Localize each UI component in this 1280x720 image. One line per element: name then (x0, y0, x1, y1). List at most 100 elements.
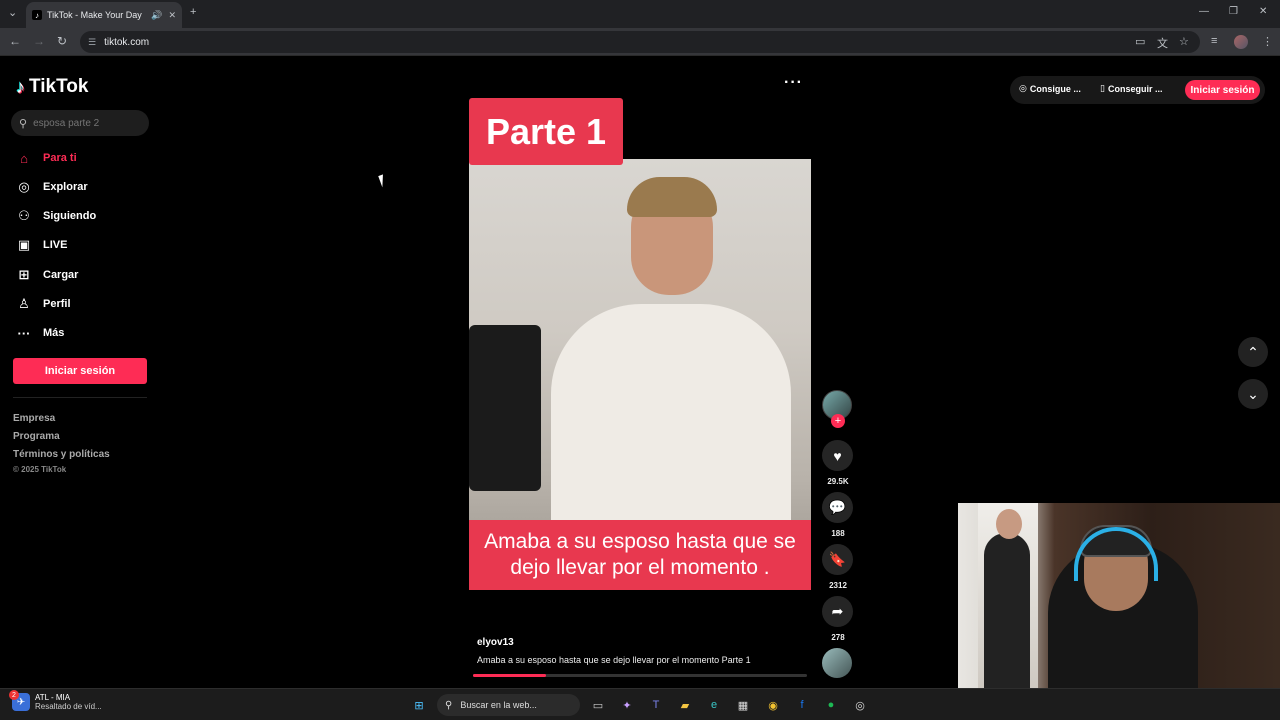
windows-taskbar: ✈ 2 ATL - MIA Resaltado de víd... ⊞ ⚲ Bu… (0, 688, 1280, 720)
minimize-icon[interactable]: — (1199, 6, 1209, 17)
video-more-icon[interactable]: ··· (784, 74, 803, 92)
video-progress-fill (473, 674, 547, 677)
windows-start-icon[interactable]: ⊞ (411, 697, 427, 713)
media-icon[interactable]: ≡ (1211, 35, 1217, 47)
plus-icon[interactable]: + (190, 6, 196, 18)
video-speaker-shape (469, 325, 541, 491)
search-box[interactable]: ⚲ (11, 110, 149, 136)
video-part-badge: Parte 1 (469, 98, 623, 165)
video-caption-overlay: Amaba a su esposo hasta que se dejo llev… (469, 520, 811, 590)
get-coins-button[interactable]: ◎ Consigue ... (1019, 83, 1081, 94)
live-icon: ▣ (17, 237, 31, 252)
previous-video-button[interactable]: ⌃ (1238, 337, 1268, 367)
more-icon: ··· (17, 325, 31, 341)
comment-count: 188 (831, 529, 845, 538)
video-person-hair (627, 177, 717, 217)
sidebar-item-live[interactable]: ▣ LIVE (16, 235, 68, 255)
copyright: © 2025 TikTok (13, 465, 67, 474)
sidebar-item-para-ti[interactable]: ⌂ Para ti (16, 148, 77, 168)
star-icon[interactable]: ☆ (1179, 35, 1189, 48)
speaker-icon[interactable]: 🔊 (151, 10, 162, 21)
upload-icon: ⊞ (18, 267, 30, 282)
forward-arrow-icon[interactable]: → (33, 34, 45, 48)
follow-plus-icon[interactable]: + (831, 414, 845, 428)
video-author[interactable]: elyov13 (477, 637, 514, 648)
phone-icon: ▯ (1100, 83, 1105, 93)
kebab-icon[interactable]: ⋮ (1262, 35, 1273, 48)
store-icon[interactable]: ▦ (735, 697, 751, 713)
sidebar-item-mas[interactable]: ··· Más (16, 323, 65, 343)
tune-icon[interactable]: ☰ (88, 37, 96, 48)
sound-avatar[interactable] (822, 648, 852, 678)
file-explorer-icon[interactable]: ▰ (677, 697, 693, 713)
sidebar-item-label: Cargar (43, 269, 79, 281)
taskbar-search-placeholder: Buscar en la web... (460, 700, 537, 710)
footer-link-terminos[interactable]: Términos y políticas (13, 449, 110, 460)
url-text: tiktok.com (104, 36, 150, 48)
save-button[interactable]: 🔖 (822, 544, 853, 575)
compass-icon: ◎ (18, 179, 30, 194)
cast-icon[interactable]: ▭ (1135, 35, 1145, 48)
spotify-icon[interactable]: ● (823, 697, 839, 713)
copilot-icon[interactable]: ✦ (619, 697, 635, 713)
bookmark-icon: 🔖 (828, 551, 847, 567)
facebook-icon[interactable]: f (794, 697, 810, 713)
sidebar-item-label: Para ti (43, 152, 77, 164)
sidebar-item-siguiendo[interactable]: ⚇ Siguiendo (16, 206, 96, 226)
news-icon: ✈ 2 (9, 690, 30, 711)
get-coins-label: Consigue ... (1029, 83, 1081, 94)
sidebar-item-explorar[interactable]: ◎ Explorar (16, 177, 87, 197)
widget-subtitle: Resaltado de víd... (35, 702, 102, 711)
edge-icon[interactable]: e (706, 697, 722, 713)
logo-text: TikTok (29, 76, 89, 97)
top-login-button[interactable]: Iniciar sesión (1185, 80, 1260, 100)
browser-tab[interactable]: ♪ TikTok - Make Your Day 🔊 ✕ (26, 2, 182, 28)
omnibox[interactable]: ☰ tiktok.com (80, 31, 1200, 53)
heart-icon: ♥ (833, 447, 842, 464)
sidebar-item-label: Perfil (43, 298, 71, 310)
sidebar-item-perfil[interactable]: ♙ Perfil (16, 294, 71, 314)
footer-link-empresa[interactable]: Empresa (13, 413, 55, 424)
home-icon: ⌂ (20, 150, 28, 166)
tab-search-icon[interactable]: ⌄ (8, 6, 17, 19)
sidebar-item-cargar[interactable]: ⊞ Cargar (16, 265, 79, 285)
chevron-down-icon: ⌄ (1247, 385, 1259, 402)
reload-icon[interactable]: ↻ (57, 34, 67, 48)
obs-icon[interactable]: ◎ (852, 697, 868, 713)
back-arrow-icon[interactable]: ← (9, 34, 21, 48)
sidebar-divider (13, 397, 147, 398)
sidebar-login-button[interactable]: Iniciar sesión (13, 358, 147, 384)
search-icon: ⚲ (19, 117, 28, 130)
profile-avatar[interactable] (1234, 35, 1248, 49)
next-video-button[interactable]: ⌄ (1238, 379, 1268, 409)
like-button[interactable]: ♥ (822, 440, 853, 471)
video-description: Amaba a su esposo hasta que se dejo llev… (477, 655, 751, 665)
get-app-button[interactable]: ▯ Conseguir ... (1100, 83, 1162, 94)
search-icon: ⚲ (445, 699, 453, 711)
tiktok-icon: ♪ (16, 76, 25, 97)
restore-icon[interactable]: ❐ (1229, 6, 1238, 17)
translate-icon[interactable]: 文 (1157, 35, 1168, 51)
tiktok-logo[interactable]: ♪ TikTok (16, 76, 88, 98)
chrome-icon[interactable]: ◉ (765, 697, 781, 713)
save-count: 2312 (829, 581, 847, 590)
task-view-icon[interactable]: ▭ (590, 697, 606, 713)
close-icon[interactable]: ✕ (168, 10, 176, 21)
chevron-up-icon: ⌃ (1247, 343, 1259, 360)
video-progress-bar[interactable] (473, 674, 807, 677)
share-icon: ➦ (831, 603, 844, 619)
tab-title: TikTok - Make Your Day (47, 10, 142, 20)
search-input[interactable] (33, 117, 134, 129)
taskbar-search[interactable]: ⚲ Buscar en la web... (437, 694, 580, 716)
footer-link-programa[interactable]: Programa (13, 431, 60, 442)
coin-icon: ◎ (1019, 83, 1027, 93)
profile-icon: ♙ (18, 296, 30, 311)
browser-tab-bar: ⌄ ♪ TikTok - Make Your Day 🔊 ✕ + — ❐ ✕ (0, 0, 1280, 28)
poster-face (996, 509, 1022, 539)
news-widget[interactable]: ✈ 2 ATL - MIA Resaltado de víd... (9, 690, 102, 711)
comment-button[interactable]: 💬 (822, 492, 853, 523)
share-button[interactable]: ➦ (822, 596, 853, 627)
teams-icon[interactable]: T (648, 697, 664, 713)
comment-icon: 💬 (828, 499, 847, 515)
close-window-icon[interactable]: ✕ (1259, 6, 1267, 17)
